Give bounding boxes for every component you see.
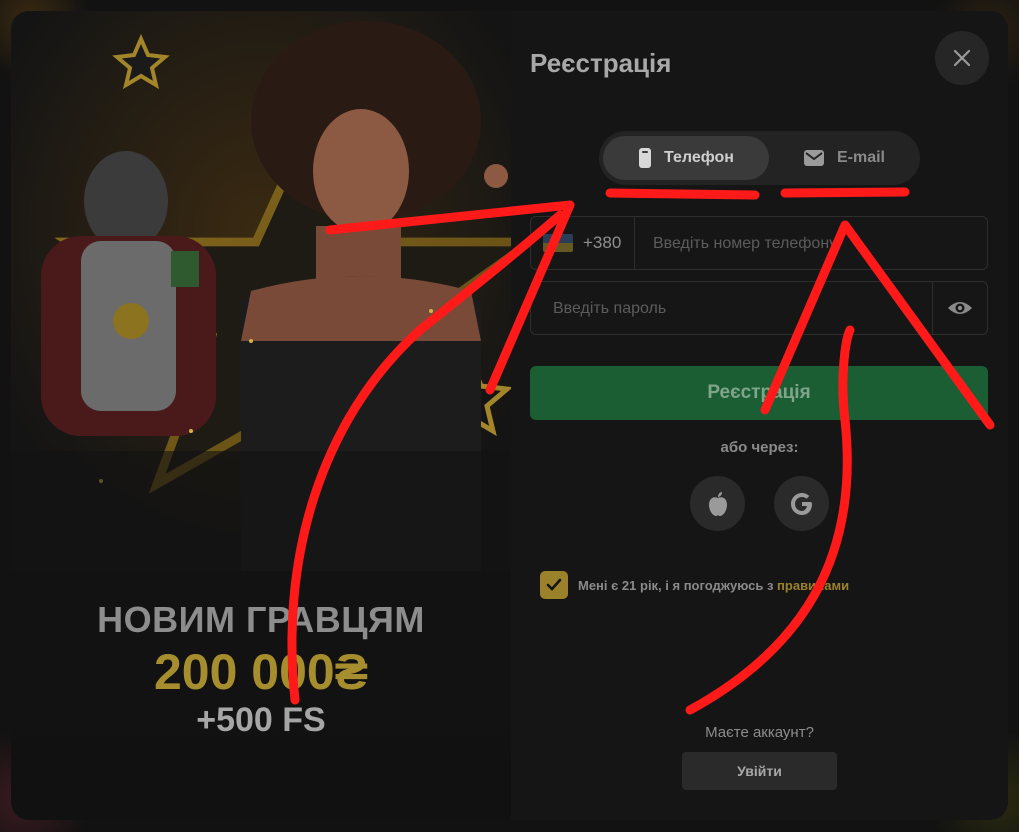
eye-icon [948,302,972,314]
promo-bonus-amount: 200 000₴ [153,644,369,700]
login-button[interactable]: Увійти [682,752,837,790]
rules-link[interactable]: правилами [777,578,849,593]
tab-email-label: E-mail [836,149,885,166]
password-field [530,281,988,336]
tab-phone[interactable]: Телефон [603,136,769,180]
tab-phone-label: Телефон [664,149,734,166]
promo-panel: НОВИМ ГРАВЦЯМ 200 000₴ +500 FS [11,11,511,820]
country-code: +380 [583,233,622,252]
password-input[interactable] [551,282,925,336]
mail-icon [803,150,824,166]
close-button[interactable] [935,31,989,85]
consent-text: Мені є 21 рік, і я погоджуюсь з [578,577,778,593]
promo-illustration [11,11,511,571]
age-consent: Мені є 21 рік, і я погоджуюсь з правилам… [540,571,849,599]
age-consent-checkbox[interactable] [540,571,568,599]
phone-input[interactable] [651,217,975,271]
phone-icon [639,148,652,168]
apple-login-button[interactable] [690,476,745,531]
apple-icon [708,491,727,516]
google-login-button[interactable] [774,476,829,531]
registration-modal: НОВИМ ГРАВЦЯМ 200 000₴ +500 FS Реєстраці… [11,11,1008,820]
has-account-label: Маєте аккаунт? [705,724,814,741]
registration-form: Реєстрація Телефон E-mail +380 Введіть н… [511,11,1008,820]
promo-free-spins: +500 FS [196,701,326,739]
promo-headline: НОВИМ ГРАВЦЯМ [97,599,425,640]
social-login-label: або через: [720,439,799,456]
checkmark-icon [546,578,562,591]
form-title: Реєстрація [530,48,672,78]
tab-email[interactable]: E-mail [773,136,915,180]
country-code-selector[interactable]: +380 [531,217,635,269]
contact-method-tabs: Телефон E-mail [599,131,920,185]
google-icon [790,492,812,515]
register-button[interactable]: Реєстрація [530,366,988,420]
phone-field: +380 [530,216,988,271]
ukraine-flag-icon [543,234,573,252]
show-password-button[interactable] [932,282,987,334]
close-icon [953,49,971,67]
